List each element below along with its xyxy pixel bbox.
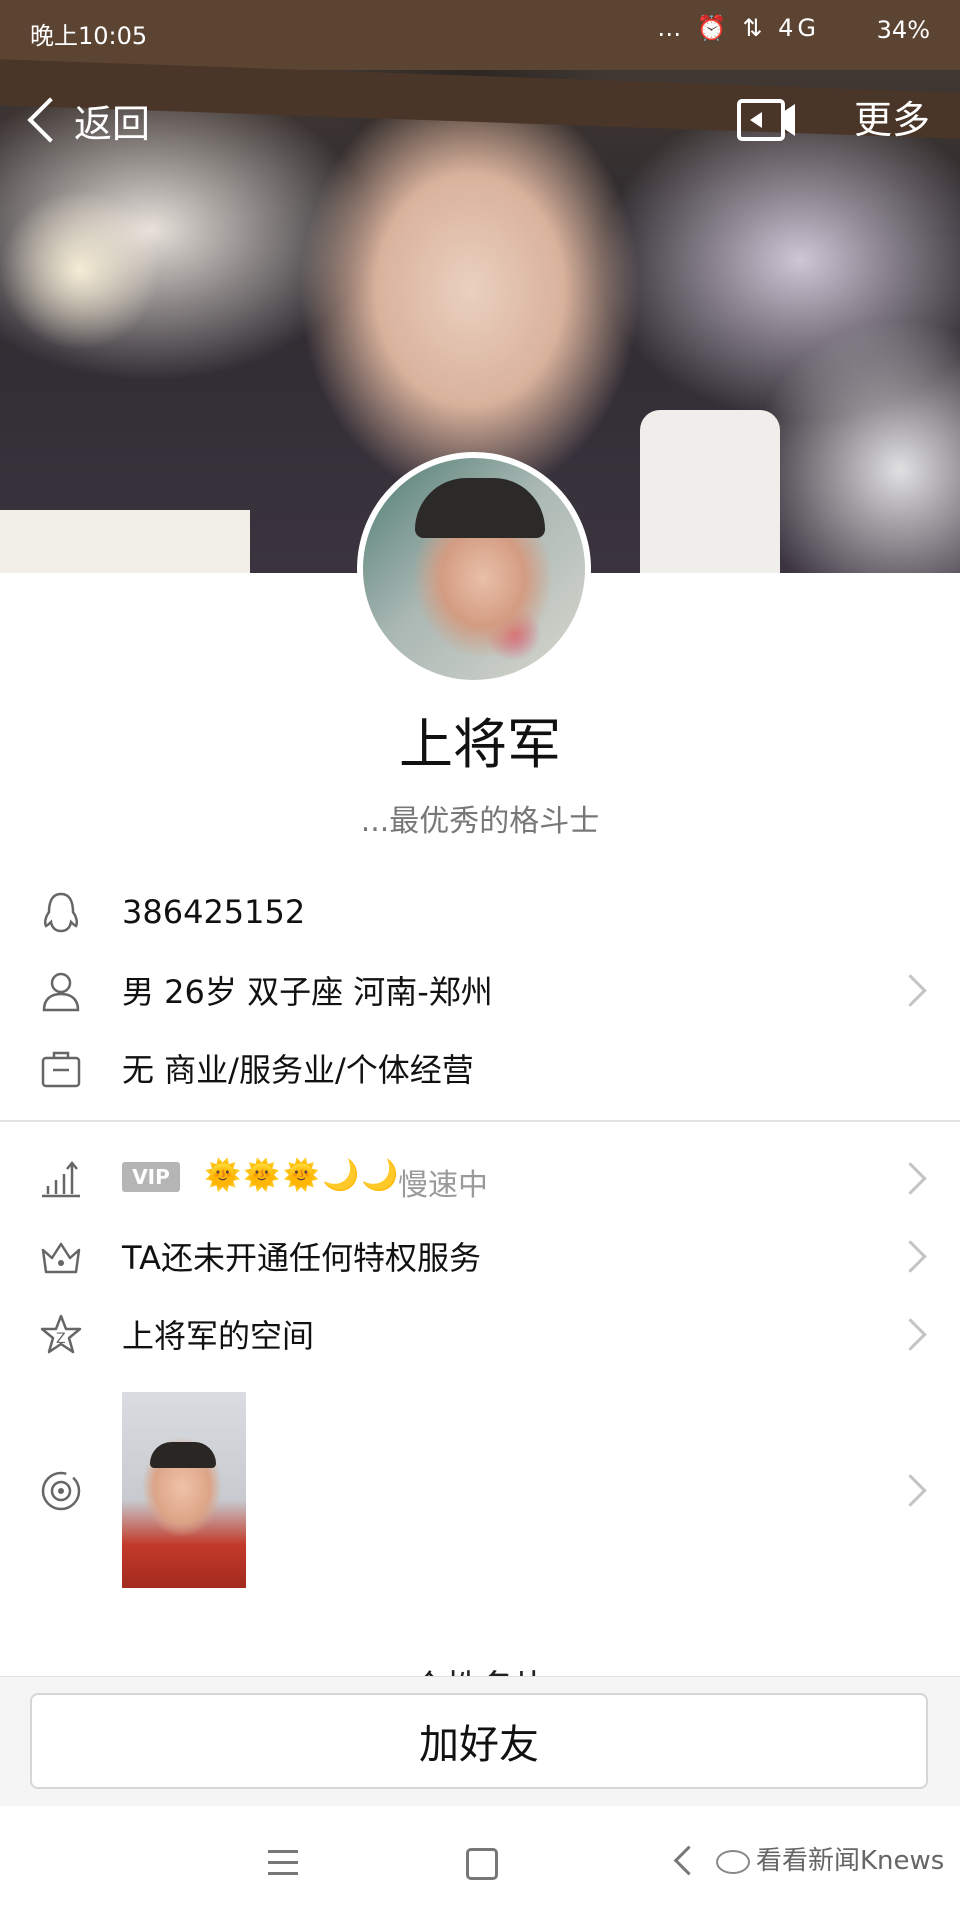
back-button[interactable]: 返回 bbox=[24, 88, 150, 152]
bottom-action-bar: 加好友 bbox=[0, 1676, 960, 1807]
wechat-logo-icon bbox=[716, 1849, 750, 1874]
profile-name: 上将军 bbox=[399, 713, 561, 776]
vip-badge: VIP bbox=[122, 1162, 180, 1192]
profile-signature: ...最优秀的格斗士 bbox=[360, 804, 600, 839]
cover-sign bbox=[640, 410, 780, 573]
personal-info-row[interactable]: 男 26岁 双子座 河南-郑州 bbox=[0, 952, 960, 1028]
back-label: 返回 bbox=[74, 101, 151, 146]
penguin-icon bbox=[43, 892, 79, 933]
status-time: 晚上10:05 bbox=[30, 22, 148, 50]
privilege-row[interactable]: TA还未开通任何特权服务 bbox=[0, 1218, 960, 1294]
avatar-hair bbox=[415, 478, 545, 538]
cover-sign bbox=[0, 510, 250, 573]
qq-number: 386425152 bbox=[122, 893, 306, 931]
chevron-right-icon bbox=[894, 1161, 927, 1195]
screen-share-icon[interactable] bbox=[736, 98, 798, 142]
svg-text:Z: Z bbox=[56, 1331, 66, 1347]
person-icon bbox=[42, 972, 80, 1012]
briefcase-icon bbox=[41, 1051, 81, 1088]
system-navigation-bar: 看看新闻Knews bbox=[0, 1806, 960, 1920]
vip-status: 慢速中 bbox=[398, 1168, 488, 1203]
chevron-left-icon bbox=[27, 97, 73, 143]
crown-icon bbox=[41, 1242, 81, 1274]
status-icons: … ⏰ ⇅ 4G bbox=[657, 14, 820, 42]
chevron-right-icon bbox=[894, 1317, 927, 1351]
personal-info: 男 26岁 双子座 河南-郑州 bbox=[122, 973, 493, 1011]
section-title-peek: 个性名片 bbox=[0, 1660, 960, 1676]
section-divider bbox=[0, 1120, 960, 1122]
vip-level-icons: 🌞🌞🌞🌙🌙 bbox=[204, 1158, 401, 1193]
qzone-text: 上将军的空间 bbox=[122, 1317, 315, 1355]
qq-number-row: 386425152 bbox=[0, 874, 960, 950]
occupation: 无 商业/服务业/个体经营 bbox=[122, 1051, 474, 1089]
star-icon: Z bbox=[40, 1314, 82, 1354]
privilege-text: TA还未开通任何特权服务 bbox=[122, 1239, 481, 1277]
level-chart-icon bbox=[42, 1161, 80, 1198]
watermark-text: 看看新闻Knews bbox=[756, 1846, 945, 1876]
chevron-right-icon bbox=[894, 973, 927, 1007]
occupation-row: 无 商业/服务业/个体经营 bbox=[0, 1030, 960, 1106]
chevron-right-icon bbox=[894, 1239, 927, 1273]
watermark: 看看新闻Knews bbox=[716, 1840, 944, 1877]
add-friend-button[interactable]: 加好友 bbox=[30, 1693, 928, 1789]
qzone-row[interactable]: Z 上将军的空间 bbox=[0, 1296, 960, 1372]
top-navigation: 返回 更多 bbox=[0, 88, 960, 152]
home-icon[interactable] bbox=[466, 1848, 498, 1880]
vip-row[interactable]: VIP 🌞🌞🌞🌙🌙 慢速中 bbox=[0, 1140, 960, 1216]
back-arrow-icon[interactable] bbox=[673, 1845, 704, 1876]
more-button[interactable]: 更多 bbox=[854, 88, 930, 152]
avatar[interactable] bbox=[357, 452, 591, 686]
thumbnail-hair bbox=[150, 1442, 216, 1468]
camera-lens-icon bbox=[41, 1471, 81, 1511]
chevron-right-icon bbox=[894, 1473, 927, 1507]
menu-icon[interactable] bbox=[268, 1850, 298, 1876]
battery-level: 34% bbox=[876, 16, 930, 44]
photo-thumbnail[interactable] bbox=[122, 1392, 246, 1588]
status-bar: 晚上10:05 … ⏰ ⇅ 4G 34% bbox=[0, 0, 960, 60]
